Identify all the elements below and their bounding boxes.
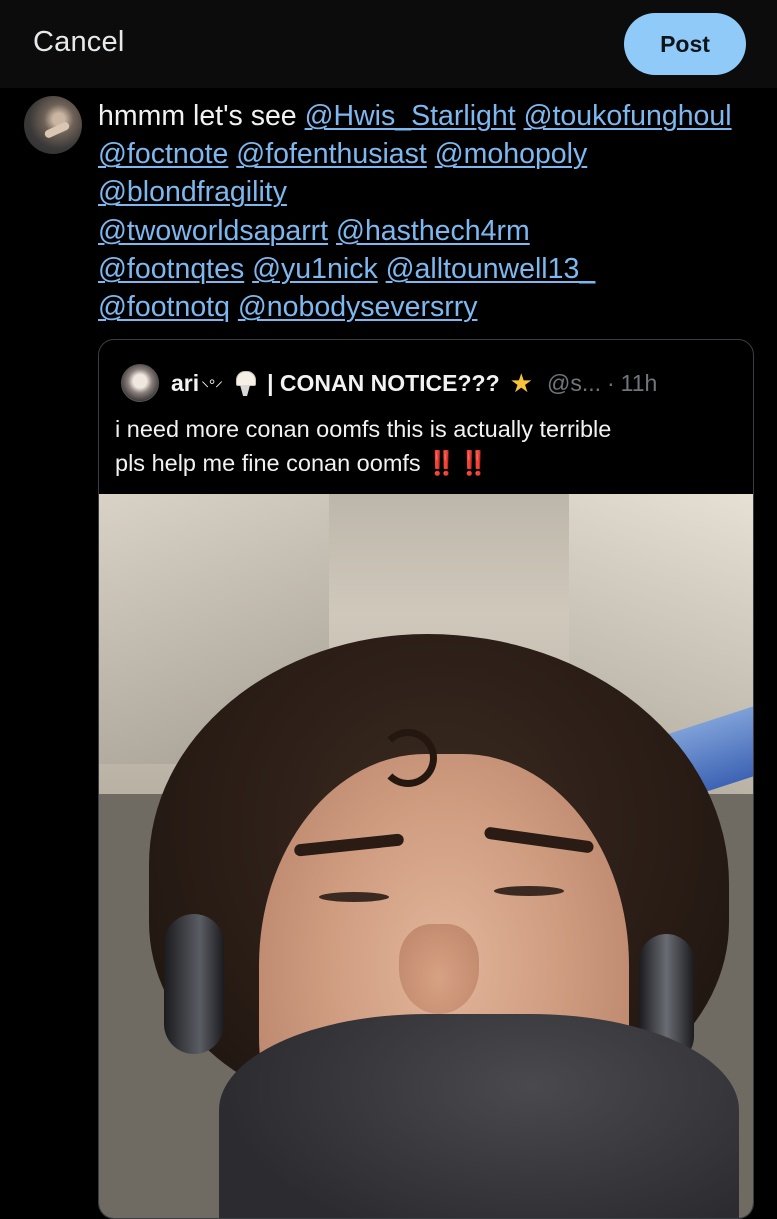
mention-link[interactable]: @footnotq	[98, 291, 230, 323]
mention-link[interactable]: @nobodyseversrry	[238, 291, 478, 323]
avatar-arm	[43, 120, 71, 140]
mention-link[interactable]: @fofenthusiast	[236, 138, 427, 170]
mention-link[interactable]: @foctnote	[98, 138, 228, 170]
mention-link[interactable]: @yu1nick	[252, 253, 378, 285]
shaved-ice-emoji-icon	[233, 369, 257, 397]
photo-headphone-left	[164, 914, 224, 1054]
photo-eye-left	[319, 892, 389, 902]
user-avatar[interactable]	[24, 96, 82, 154]
mention-link[interactable]: @footnqtes	[98, 253, 244, 285]
quoted-post-line-2-text: pls help me fine conan oomfs	[115, 450, 421, 476]
cancel-button[interactable]: Cancel	[33, 26, 124, 59]
post-button[interactable]: Post	[624, 13, 746, 75]
mention-link[interactable]: @toukofunghoul	[524, 100, 732, 132]
compose-text-area[interactable]: hmmm let's see @Hwis_Starlight @toukofun…	[98, 97, 748, 326]
double-exclamation-icon: ‼️ ‼️	[427, 450, 488, 476]
name-decoration: ⸜༚⸝	[201, 372, 224, 390]
compose-text-prefix: hmmm let's see	[98, 100, 305, 132]
dot-separator: ·	[607, 369, 615, 396]
quoted-post-card[interactable]: ari ⸜༚⸝ | CONAN NOTICE??? ★ @s... · 11h …	[98, 339, 754, 1219]
post-timestamp: 11h	[620, 369, 658, 396]
photo-hair-curl	[379, 729, 437, 787]
quoted-post-photo[interactable]	[99, 494, 753, 1218]
photo-eye-right	[494, 886, 564, 896]
mention-link[interactable]: @blondfragility	[98, 176, 287, 208]
mention-link[interactable]: @Hwis_Starlight	[305, 100, 516, 132]
mention-link[interactable]: @mohopoly	[435, 138, 588, 170]
quoted-user-handle[interactable]: @s...	[547, 370, 601, 397]
mention-link[interactable]: @alltounwell13_	[386, 253, 596, 285]
quoted-post-line-2: pls help me fine conan oomfs ‼️ ‼️	[115, 446, 735, 480]
compose-header: Cancel Post	[0, 0, 777, 88]
mention-link[interactable]: @hasthech4rm	[336, 215, 530, 247]
star-emoji-icon: ★	[509, 367, 533, 398]
mention-link[interactable]: @twoworldsaparrt	[98, 215, 328, 247]
quoted-post-line-1: i need more conan oomfs this is actually…	[115, 416, 612, 442]
quoted-post-text: i need more conan oomfs this is actually…	[115, 412, 735, 480]
quoted-user-title: | CONAN NOTICE???	[267, 369, 500, 396]
quoted-user-avatar[interactable]	[121, 364, 159, 402]
photo-hoodie	[219, 1014, 739, 1218]
quoted-post-header: ari ⸜༚⸝ | CONAN NOTICE??? ★ @s... · 11h	[171, 368, 741, 398]
photo-nose	[399, 924, 479, 1014]
quoted-user-name[interactable]: ari	[171, 370, 199, 397]
